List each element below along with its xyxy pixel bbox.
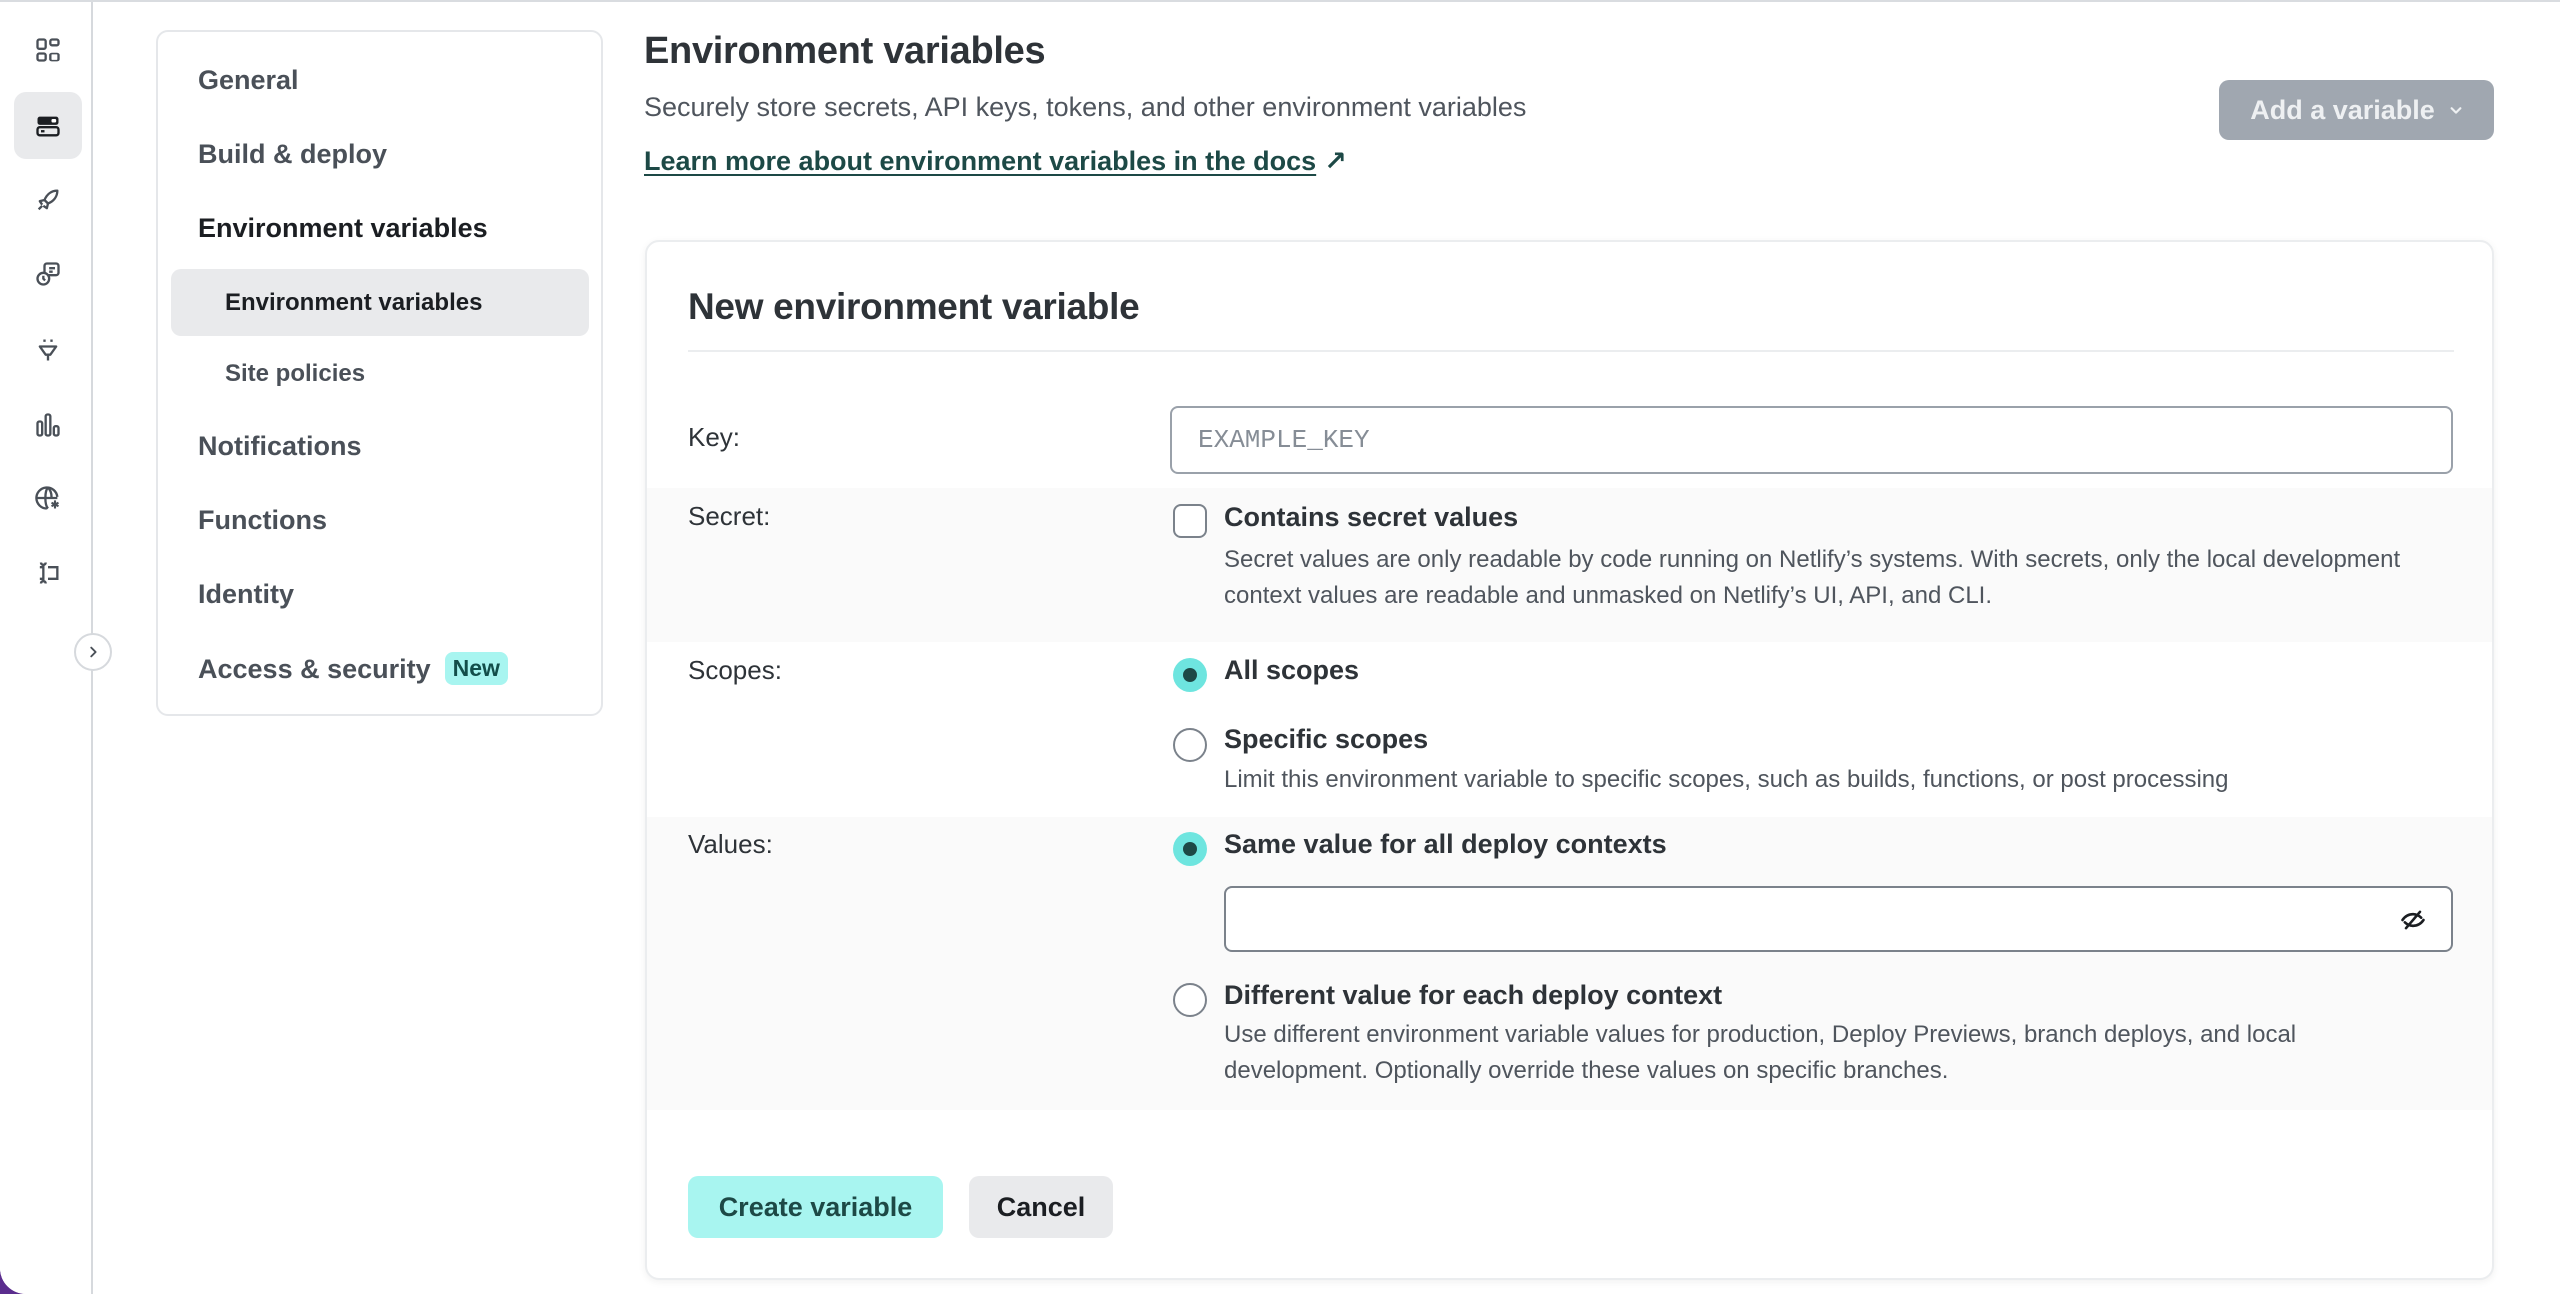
rail-item-forms[interactable] <box>14 539 82 606</box>
chevron-right-icon <box>90 646 97 658</box>
toggle-visibility-button[interactable] <box>2397 904 2429 936</box>
forms-icon <box>39 561 59 584</box>
nav-subitem-environment-variables[interactable]: Environment variables <box>171 269 589 336</box>
secret-checkbox[interactable] <box>1173 504 1207 538</box>
different-value-label[interactable]: Different value for each deploy context <box>1224 980 1722 1011</box>
value-input[interactable] <box>1226 888 2376 950</box>
nav-item-label: Access & security <box>198 654 431 684</box>
key-label: Key: <box>688 422 741 452</box>
secret-row: Secret: Contains secret values Secret va… <box>647 488 2492 642</box>
page-title: Environment variables <box>644 30 1046 72</box>
values-label: Values: <box>688 829 773 859</box>
globe-icon <box>35 485 59 510</box>
secret-description: Secret values are only readable by code … <box>1224 546 2401 609</box>
divider <box>688 350 2454 352</box>
all-scopes-label[interactable]: All scopes <box>1224 655 1359 686</box>
form-title: New environment variable <box>688 286 1140 327</box>
same-value-label[interactable]: Same value for all deploy contexts <box>1224 829 1667 860</box>
value-field <box>1224 886 2453 952</box>
external-link-icon: ↗ <box>1324 146 1347 176</box>
rail-item-logs[interactable] <box>14 240 82 307</box>
specific-scopes-description: Limit this environment variable to speci… <box>1224 766 2229 793</box>
logs-icon <box>36 261 60 286</box>
secret-checkbox-label[interactable]: Contains secret values <box>1224 502 1518 533</box>
rail-item-metrics[interactable] <box>14 391 82 458</box>
rail-item-site-configuration[interactable] <box>14 92 82 159</box>
specific-scopes-label[interactable]: Specific scopes <box>1224 724 1428 755</box>
new-badge: New <box>444 652 508 685</box>
scopes-row: Scopes: All scopes Specific scopes Limit… <box>647 642 2492 817</box>
nav-item-build-deploy[interactable]: Build & deploy <box>198 139 387 170</box>
same-value-radio[interactable] <box>1173 832 1207 866</box>
key-input[interactable] <box>1170 406 2453 474</box>
rail-item-domains[interactable] <box>14 464 82 531</box>
chevron-down-icon <box>2450 107 2462 114</box>
specific-scopes-radio[interactable] <box>1173 728 1207 762</box>
rail-item-overview[interactable] <box>14 16 82 83</box>
rail-item-integrations[interactable] <box>14 316 82 383</box>
all-scopes-radio[interactable] <box>1173 658 1207 692</box>
secret-label: Secret: <box>688 501 771 531</box>
new-variable-form: New environment variable Key: Secret: Co… <box>645 240 2494 1280</box>
page-subtitle: Securely store secrets, API keys, tokens… <box>644 92 1527 122</box>
docs-link[interactable]: Learn more about environment variables i… <box>644 146 1347 177</box>
rail-item-deploys[interactable] <box>14 166 82 233</box>
cancel-button[interactable]: Cancel <box>969 1176 1113 1238</box>
nav-subitem-site-policies[interactable]: Site policies <box>171 340 589 407</box>
scopes-label: Scopes: <box>688 655 782 685</box>
eye-off-icon <box>2401 910 2425 930</box>
create-variable-button[interactable]: Create variable <box>688 1176 943 1238</box>
docs-link-text: Learn more about environment variables i… <box>644 146 1317 176</box>
nav-item-environment-variables[interactable]: Environment variables <box>198 213 488 244</box>
rocket-icon <box>37 189 59 210</box>
expand-sidebar-button[interactable] <box>74 633 112 671</box>
nav-item-functions[interactable]: Functions <box>198 505 327 536</box>
settings-nav: General Build & deploy Environment varia… <box>156 30 603 716</box>
nav-item-access-security[interactable]: Access & security New <box>198 652 508 685</box>
plug-icon <box>38 339 58 360</box>
different-value-description: Use different environment variable value… <box>1224 1021 2297 1084</box>
add-variable-button[interactable]: Add a variable <box>2219 80 2494 140</box>
values-row: Values: Same value for all deploy contex… <box>647 817 2492 1110</box>
analytics-icon <box>36 412 60 437</box>
app-window: General Build & deploy Environment varia… <box>0 0 2560 1294</box>
nav-item-notifications[interactable]: Notifications <box>198 431 362 462</box>
nav-item-identity[interactable]: Identity <box>198 579 294 610</box>
site-config-icon <box>36 116 60 136</box>
nav-item-general[interactable]: General <box>198 65 299 96</box>
dashboard-grid-icon <box>36 37 60 62</box>
different-value-radio[interactable] <box>1173 983 1207 1017</box>
add-variable-label: Add a variable <box>2250 94 2435 125</box>
